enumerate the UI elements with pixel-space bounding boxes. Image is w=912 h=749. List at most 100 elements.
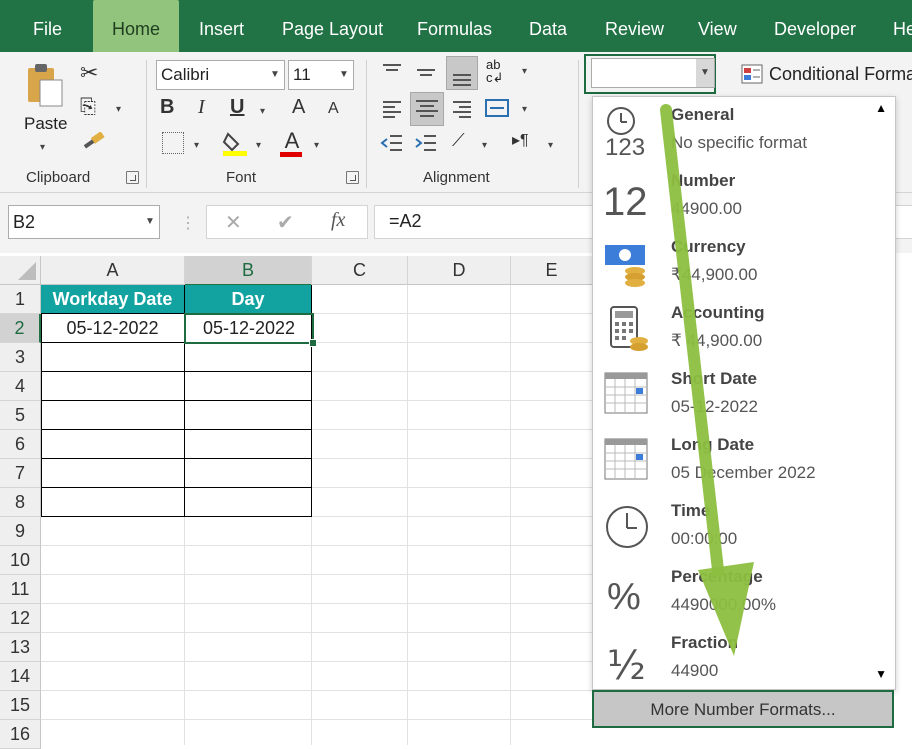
conditional-formatting-icon[interactable] bbox=[740, 62, 766, 86]
clipboard-group-label: Clipboard bbox=[26, 169, 91, 186]
bold-button[interactable]: B bbox=[160, 96, 174, 119]
row-header[interactable]: 12 bbox=[0, 604, 41, 633]
borders-dropdown-icon[interactable]: ▾ bbox=[194, 140, 199, 151]
increase-indent-icon[interactable] bbox=[414, 132, 438, 159]
chevron-down-icon[interactable]: ▼ bbox=[696, 59, 714, 87]
row-header[interactable]: 13 bbox=[0, 633, 41, 662]
tab-file[interactable]: File bbox=[33, 0, 62, 52]
column-header-b[interactable]: B bbox=[185, 256, 312, 286]
chevron-down-icon: ▼ bbox=[145, 216, 155, 227]
orientation-dropdown-icon[interactable]: ▾ bbox=[522, 66, 527, 77]
font-size-select[interactable]: 11 ▼ bbox=[288, 60, 354, 90]
decrease-indent-icon[interactable] bbox=[380, 132, 404, 159]
ribbon-tab-bar: File Home Insert Page Layout Formulas Da… bbox=[0, 0, 912, 52]
text-direction-icon[interactable]: ▸¶ bbox=[512, 130, 529, 150]
font-color-button[interactable]: A bbox=[280, 128, 304, 154]
copy-icon[interactable]: ⎘ bbox=[80, 96, 96, 119]
column-header-c[interactable]: C bbox=[312, 256, 408, 285]
font-name-select[interactable]: Calibri ▼ bbox=[156, 60, 285, 90]
paste-icon[interactable] bbox=[24, 62, 68, 107]
select-all-corner[interactable] bbox=[0, 256, 41, 285]
table-header-workday-date[interactable]: Workday Date bbox=[41, 285, 184, 313]
align-left-icon[interactable] bbox=[380, 98, 404, 125]
format-painter-icon[interactable] bbox=[82, 131, 105, 152]
font-name-value: Calibri bbox=[161, 65, 210, 84]
tab-help[interactable]: He bbox=[893, 0, 912, 52]
align-center-icon[interactable] bbox=[410, 92, 444, 126]
middle-align-icon[interactable] bbox=[414, 62, 438, 87]
font-color-swatch bbox=[280, 152, 302, 157]
paste-button[interactable]: Paste bbox=[24, 114, 67, 134]
bottom-align-icon[interactable] bbox=[446, 56, 478, 90]
wrap-text-icon[interactable]: ab c↲ bbox=[486, 58, 510, 84]
merge-dropdown-icon[interactable]: ▾ bbox=[522, 104, 527, 115]
cut-icon[interactable]: ✂ bbox=[80, 60, 98, 86]
more-icon: ⋮ bbox=[180, 215, 196, 232]
row-header[interactable]: 4 bbox=[0, 372, 41, 401]
cancel-icon[interactable]: ✕ bbox=[225, 210, 242, 235]
fill-handle[interactable] bbox=[309, 339, 317, 347]
clipboard-launcher-icon[interactable] bbox=[126, 171, 139, 184]
paste-dropdown-icon[interactable]: ▾ bbox=[40, 142, 45, 153]
number-format-select[interactable]: ▼ bbox=[591, 58, 715, 88]
fill-color-icon[interactable] bbox=[222, 130, 247, 156]
underline-button[interactable]: U bbox=[230, 96, 244, 119]
copy-dropdown-icon[interactable]: ▾ bbox=[116, 104, 121, 115]
align-right-icon[interactable] bbox=[450, 98, 474, 125]
row-header[interactable]: 14 bbox=[0, 662, 41, 691]
alignment-group-label: Alignment bbox=[423, 169, 490, 186]
borders-icon[interactable] bbox=[162, 132, 184, 154]
underline-dropdown-icon[interactable]: ▾ bbox=[260, 106, 265, 117]
group-divider bbox=[146, 60, 147, 188]
tab-developer[interactable]: Developer bbox=[774, 0, 856, 52]
font-color-dropdown-icon[interactable]: ▾ bbox=[314, 140, 319, 151]
row-header[interactable]: 7 bbox=[0, 459, 41, 488]
conditional-formatting-button[interactable]: Conditional Forma bbox=[769, 64, 912, 85]
formula-buttons: ✕ ✔ fx bbox=[206, 205, 368, 239]
svg-text:%: % bbox=[607, 576, 641, 618]
annotation-arrow bbox=[660, 104, 754, 656]
row-header[interactable]: 3 bbox=[0, 343, 41, 372]
row-header[interactable]: 15 bbox=[0, 691, 41, 720]
group-divider bbox=[366, 60, 367, 188]
italic-button[interactable]: I bbox=[198, 96, 205, 119]
row-header[interactable]: 5 bbox=[0, 401, 41, 430]
merge-center-icon[interactable] bbox=[484, 96, 510, 125]
name-box-value: B2 bbox=[13, 212, 36, 232]
row-header[interactable]: 2 bbox=[0, 314, 41, 343]
tab-home[interactable]: Home bbox=[93, 0, 179, 52]
tab-view[interactable]: View bbox=[698, 0, 737, 52]
table-header-day[interactable]: Day bbox=[185, 285, 311, 313]
insert-function-icon[interactable]: fx bbox=[331, 209, 345, 232]
more-number-formats-button[interactable]: More Number Formats... bbox=[592, 690, 894, 728]
column-header-e[interactable]: E bbox=[511, 256, 593, 285]
row-header[interactable]: 9 bbox=[0, 517, 41, 546]
enter-icon[interactable]: ✔ bbox=[277, 210, 294, 235]
row-header[interactable]: 10 bbox=[0, 546, 41, 575]
cell-a2[interactable]: 05-12-2022 bbox=[41, 314, 184, 342]
row-header[interactable]: 6 bbox=[0, 430, 41, 459]
scroll-down-icon[interactable]: ▼ bbox=[875, 667, 887, 681]
column-header-d[interactable]: D bbox=[408, 256, 511, 285]
row-header[interactable]: 11 bbox=[0, 575, 41, 604]
tab-data[interactable]: Data bbox=[529, 0, 567, 52]
orientation-menu-dropdown-icon[interactable]: ▾ bbox=[482, 140, 487, 151]
scroll-up-icon[interactable]: ▲ bbox=[875, 101, 887, 115]
cell-b2-selected[interactable]: 05-12-2022 bbox=[184, 313, 314, 344]
shrink-font-button[interactable]: A bbox=[328, 100, 339, 118]
tab-review[interactable]: Review bbox=[605, 0, 664, 52]
grid-lines bbox=[41, 285, 592, 745]
text-direction-dropdown-icon[interactable]: ▾ bbox=[548, 140, 553, 151]
orientation-icon[interactable]: ⟋ bbox=[452, 130, 465, 151]
font-launcher-icon[interactable] bbox=[346, 171, 359, 184]
row-header[interactable]: 8 bbox=[0, 488, 41, 517]
tab-formulas[interactable]: Formulas bbox=[417, 0, 492, 52]
top-align-icon[interactable] bbox=[380, 62, 404, 87]
grow-font-button[interactable]: A bbox=[292, 96, 305, 119]
column-header-a[interactable]: A bbox=[41, 256, 185, 285]
name-box[interactable]: B2 ▼ bbox=[8, 205, 160, 239]
tab-insert[interactable]: Insert bbox=[199, 0, 244, 52]
tab-page-layout[interactable]: Page Layout bbox=[282, 0, 383, 52]
fill-color-dropdown-icon[interactable]: ▾ bbox=[256, 140, 261, 151]
row-header[interactable]: 1 bbox=[0, 285, 41, 314]
